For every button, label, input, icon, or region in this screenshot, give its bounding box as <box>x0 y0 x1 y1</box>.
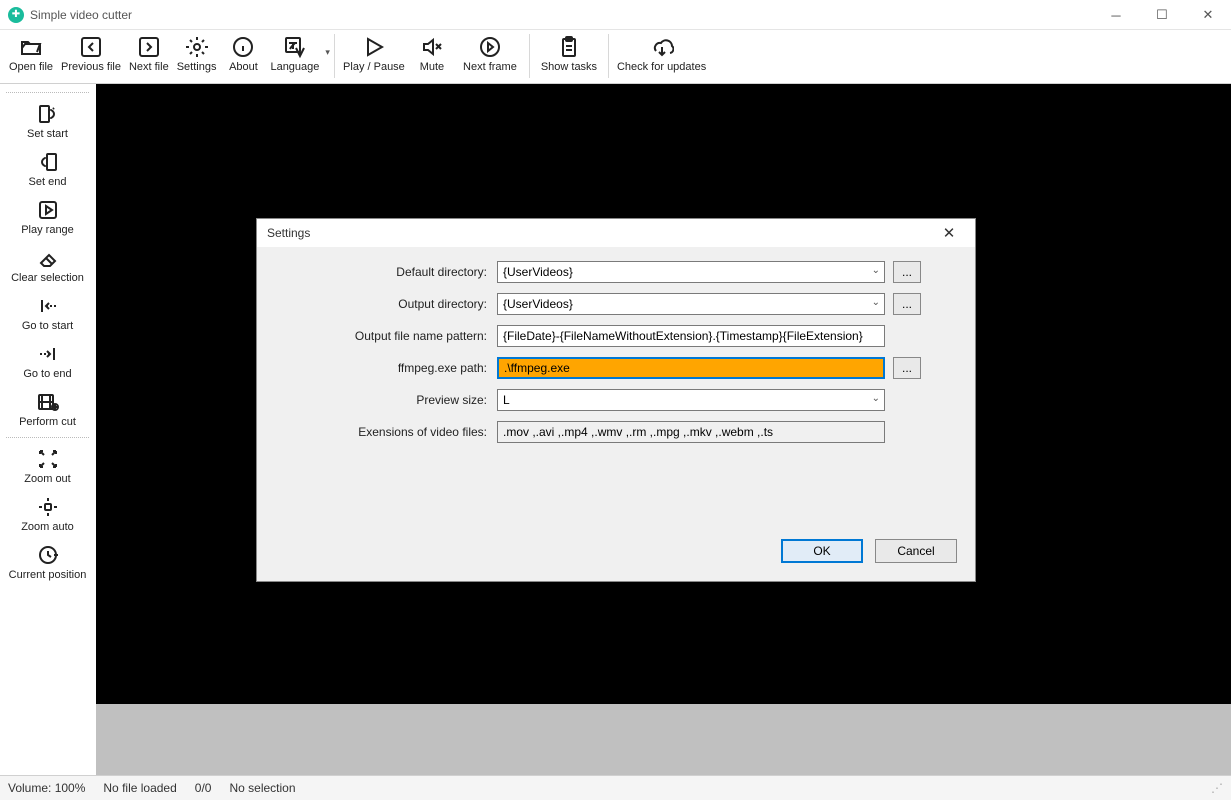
close-button[interactable]: ✕ <box>1185 0 1231 30</box>
dialog-close-button[interactable]: ✕ <box>933 219 965 247</box>
pattern-input[interactable] <box>497 325 885 347</box>
set-start-icon <box>34 100 62 128</box>
app-icon: ✚ <box>8 7 24 23</box>
app-title: Simple video cutter <box>30 8 132 22</box>
zoom-auto-icon <box>34 493 62 521</box>
go-start-icon <box>34 292 62 320</box>
mute-icon <box>418 33 446 61</box>
toolbar-separator <box>529 34 530 78</box>
language-button[interactable]: Language <box>266 32 323 73</box>
play-range-icon <box>34 196 62 224</box>
status-volume: Volume: 100% <box>8 781 85 795</box>
default-dir-select[interactable]: {UserVideos} ⌄ <box>497 261 885 283</box>
current-position-button[interactable]: Current position <box>0 538 95 586</box>
dialog-titlebar: Settings ✕ <box>257 219 975 247</box>
ok-button[interactable]: OK <box>781 539 863 563</box>
chevron-down-icon: ⌄ <box>872 297 880 308</box>
play-pause-button[interactable]: Play / Pause <box>339 32 409 73</box>
main-toolbar: Open file Previous file Next file Settin… <box>0 30 1231 84</box>
output-dir-select[interactable]: {UserVideos} ⌄ <box>497 293 885 315</box>
cancel-button[interactable]: Cancel <box>875 539 957 563</box>
perform-cut-button[interactable]: Perform cut <box>0 385 95 433</box>
zoom-out-button[interactable]: Zoom out <box>0 442 95 490</box>
arrow-left-box-icon <box>77 33 105 61</box>
extensions-label: Exensions of video files: <box>297 425 497 439</box>
zoom-auto-button[interactable]: Zoom auto <box>0 490 95 538</box>
next-file-button[interactable]: Next file <box>125 32 173 73</box>
settings-button[interactable]: Settings <box>173 32 221 73</box>
zoom-out-icon <box>34 445 62 473</box>
titlebar: ✚ Simple video cutter ─ ☐ ✕ <box>0 0 1231 30</box>
go-to-end-button[interactable]: Go to end <box>0 337 95 385</box>
play-icon <box>360 33 388 61</box>
current-position-icon <box>34 541 62 569</box>
timeline[interactable] <box>96 704 1231 775</box>
check-updates-button[interactable]: Check for updates <box>613 32 710 73</box>
set-end-icon <box>34 148 62 176</box>
ffmpeg-browse-button[interactable]: ... <box>893 357 921 379</box>
next-frame-icon <box>476 33 504 61</box>
chevron-down-icon: ⌄ <box>872 393 880 404</box>
go-end-icon <box>34 340 62 368</box>
pattern-label: Output file name pattern: <box>297 329 497 343</box>
preview-size-label: Preview size: <box>297 393 497 407</box>
download-cloud-icon <box>648 33 676 61</box>
minimize-button[interactable]: ─ <box>1093 0 1139 30</box>
mute-button[interactable]: Mute <box>409 32 455 73</box>
preview-size-select[interactable]: L ⌄ <box>497 389 885 411</box>
default-dir-label: Default directory: <box>297 265 497 279</box>
output-dir-browse-button[interactable]: ... <box>893 293 921 315</box>
chevron-down-icon: ⌄ <box>872 265 880 276</box>
about-button[interactable]: About <box>220 32 266 73</box>
sidebar: Set start Set end Play range Clear selec… <box>0 84 96 775</box>
set-start-button[interactable]: Set start <box>0 97 95 145</box>
extensions-input[interactable] <box>497 421 885 443</box>
resize-grip-icon[interactable]: ⋰ <box>1211 781 1223 795</box>
go-to-start-button[interactable]: Go to start <box>0 289 95 337</box>
eraser-icon <box>34 244 62 272</box>
set-end-button[interactable]: Set end <box>0 145 95 193</box>
toolbar-separator <box>334 34 335 78</box>
next-frame-button[interactable]: Next frame <box>455 32 525 73</box>
open-file-button[interactable]: Open file <box>5 32 57 73</box>
statusbar: Volume: 100% No file loaded 0/0 No selec… <box>0 775 1231 800</box>
default-dir-browse-button[interactable]: ... <box>893 261 921 283</box>
film-cut-icon <box>34 388 62 416</box>
ffmpeg-label: ffmpeg.exe path: <box>297 361 497 375</box>
language-icon <box>281 33 309 61</box>
ffmpeg-path-input[interactable] <box>497 357 885 379</box>
status-selection: No selection <box>229 781 295 795</box>
info-icon <box>229 33 257 61</box>
previous-file-button[interactable]: Previous file <box>57 32 125 73</box>
dialog-body: Default directory: {UserVideos} ⌄ ... Ou… <box>257 247 975 529</box>
maximize-button[interactable]: ☐ <box>1139 0 1185 30</box>
gear-icon <box>183 33 211 61</box>
show-tasks-button[interactable]: Show tasks <box>534 32 604 73</box>
clear-selection-button[interactable]: Clear selection <box>0 241 95 289</box>
output-dir-label: Output directory: <box>297 297 497 311</box>
chevron-down-icon[interactable]: ▾ <box>323 47 330 58</box>
status-file: No file loaded <box>103 781 176 795</box>
status-counter: 0/0 <box>195 781 212 795</box>
folder-open-icon <box>17 33 45 61</box>
settings-dialog: Settings ✕ Default directory: {UserVideo… <box>256 218 976 582</box>
play-range-button[interactable]: Play range <box>0 193 95 241</box>
toolbar-separator <box>608 34 609 78</box>
dialog-title: Settings <box>267 226 310 240</box>
dialog-button-row: OK Cancel <box>257 529 975 581</box>
clipboard-icon <box>555 33 583 61</box>
arrow-right-box-icon <box>135 33 163 61</box>
